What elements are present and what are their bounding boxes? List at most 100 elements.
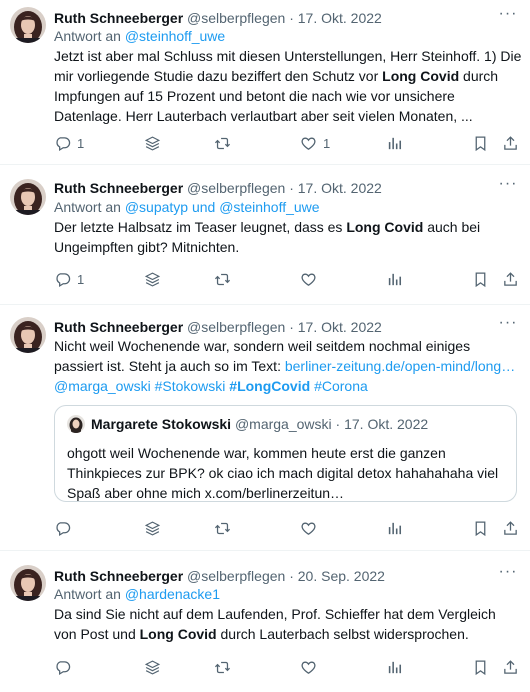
author-handle[interactable]: @selberpflegen — [187, 180, 285, 196]
reply-mention-link[interactable]: @hardenacke1 — [125, 586, 220, 602]
like-count: 1 — [323, 135, 331, 151]
analytics-icon — [386, 520, 403, 537]
retweet-button[interactable] — [214, 518, 231, 538]
tweet-text: Da sind Sie nicht auf dem Laufenden, Pro… — [54, 606, 496, 642]
reply-icon — [54, 135, 71, 152]
tweet-date[interactable]: 17. Okt. 2022 — [298, 180, 382, 196]
tweet-header: Ruth Schneeberger @selberpflegen · 17. O… — [54, 179, 382, 197]
bookmark-button[interactable] — [472, 518, 489, 538]
reply-icon — [54, 271, 71, 288]
analytics-button[interactable] — [386, 269, 403, 289]
heart-icon — [300, 135, 317, 152]
reply-button[interactable] — [54, 657, 71, 677]
hashtag-link[interactable]: #LongCovid — [229, 378, 310, 394]
more-icon[interactable]: ··· — [498, 315, 518, 336]
quoted-tweet-text: ohgott weil Wochenende war, kommen heute… — [67, 445, 499, 501]
author-handle: @marga_owski — [234, 416, 332, 432]
reply-prefix: Antwort an — [54, 199, 121, 215]
more-icon[interactable]: ··· — [498, 176, 518, 197]
heart-icon — [300, 520, 317, 537]
retweet-icon — [214, 271, 231, 288]
separator: · — [335, 416, 341, 432]
tweet-date[interactable]: 20. Sep. 2022 — [298, 568, 385, 584]
views-button[interactable] — [144, 269, 161, 289]
bookmark-button[interactable] — [472, 133, 489, 153]
hashtag-link[interactable]: #Corona — [314, 378, 368, 394]
more-icon[interactable]: ··· — [498, 6, 518, 27]
retweet-button[interactable] — [214, 133, 231, 153]
tweet-actions — [54, 657, 520, 677]
author-name: Margarete Stokowski — [91, 416, 232, 432]
reply-mention-link[interactable]: @supatyp und @steinhoff_uwe — [125, 199, 320, 215]
bookmark-icon — [472, 520, 489, 537]
tweet-actions: 1 — [54, 269, 520, 289]
reply-button[interactable]: 1 — [54, 133, 84, 153]
layers-icon — [144, 271, 161, 288]
tweet-date[interactable]: 17. Okt. 2022 — [298, 10, 382, 26]
views-button[interactable] — [144, 657, 161, 677]
avatar[interactable] — [10, 179, 46, 215]
like-button[interactable] — [300, 269, 317, 289]
analytics-button[interactable] — [386, 518, 403, 538]
reply-icon — [54, 520, 71, 537]
tweet[interactable]: Ruth Schneeberger @selberpflegen · 17. O… — [0, 305, 530, 551]
url-link[interactable]: berliner-zeitung.de/open-mind/long… — [285, 358, 515, 374]
tweet-header: Ruth Schneeberger @selberpflegen · 17. O… — [54, 9, 382, 27]
share-button[interactable] — [502, 518, 519, 538]
bookmark-icon — [472, 135, 489, 152]
retweet-icon — [214, 135, 231, 152]
retweet-icon — [214, 659, 231, 676]
layers-icon — [144, 520, 161, 537]
separator: · — [289, 180, 294, 196]
tweet-header: Ruth Schneeberger @selberpflegen · 17. O… — [54, 318, 382, 336]
author-name[interactable]: Ruth Schneeberger — [54, 319, 183, 335]
author-handle[interactable]: @selberpflegen — [187, 568, 285, 584]
avatar[interactable] — [10, 565, 46, 601]
author-name[interactable]: Ruth Schneeberger — [54, 180, 183, 196]
views-button[interactable] — [144, 133, 161, 153]
analytics-button[interactable] — [386, 133, 403, 153]
avatar[interactable] — [10, 317, 46, 353]
retweet-button[interactable] — [214, 269, 231, 289]
share-button[interactable] — [502, 133, 519, 153]
reply-button[interactable]: 1 — [54, 269, 84, 289]
bookmark-button[interactable] — [472, 657, 489, 677]
tweet[interactable]: Ruth Schneeberger @selberpflegen · 17. O… — [0, 0, 530, 165]
like-button[interactable] — [300, 657, 317, 677]
share-button[interactable] — [502, 657, 519, 677]
avatar[interactable] — [10, 7, 46, 43]
hashtag-link[interactable]: #Stokowski — [155, 378, 226, 394]
views-button[interactable] — [144, 518, 161, 538]
bookmark-icon — [472, 659, 489, 676]
reply-count: 1 — [77, 271, 85, 287]
mention-link[interactable]: @marga_owski — [54, 378, 151, 394]
reply-context: Antwort an @steinhoff_uwe — [54, 27, 225, 45]
author-handle[interactable]: @selberpflegen — [187, 319, 285, 335]
tweet[interactable]: Ruth Schneeberger @selberpflegen · 20. S… — [0, 551, 530, 692]
share-icon — [502, 659, 519, 676]
reply-mention-link[interactable]: @steinhoff_uwe — [125, 28, 225, 44]
layers-icon — [144, 135, 161, 152]
like-button[interactable] — [300, 518, 317, 538]
reply-context: Antwort an @supatyp und @steinhoff_uwe — [54, 198, 320, 216]
share-icon — [502, 520, 519, 537]
author-name[interactable]: Ruth Schneeberger — [54, 10, 183, 26]
author-name[interactable]: Ruth Schneeberger — [54, 568, 183, 584]
tweet-actions: 1 1 — [54, 133, 520, 153]
tweet-date[interactable]: 17. Okt. 2022 — [298, 319, 382, 335]
bookmark-icon — [472, 271, 489, 288]
reply-prefix: Antwort an — [54, 586, 121, 602]
author-handle[interactable]: @selberpflegen — [187, 10, 285, 26]
bookmark-button[interactable] — [472, 269, 489, 289]
analytics-icon — [386, 659, 403, 676]
avatar[interactable] — [67, 415, 85, 433]
reply-button[interactable] — [54, 518, 71, 538]
more-icon[interactable]: ··· — [498, 564, 518, 585]
analytics-button[interactable] — [386, 657, 403, 677]
retweet-button[interactable] — [214, 657, 231, 677]
heart-icon — [300, 659, 317, 676]
share-button[interactable] — [502, 269, 519, 289]
tweet[interactable]: Ruth Schneeberger @selberpflegen · 17. O… — [0, 165, 530, 305]
quoted-tweet[interactable]: Margarete Stokowski @marga_owski · 17. O… — [54, 405, 517, 502]
like-button[interactable]: 1 — [300, 133, 330, 153]
